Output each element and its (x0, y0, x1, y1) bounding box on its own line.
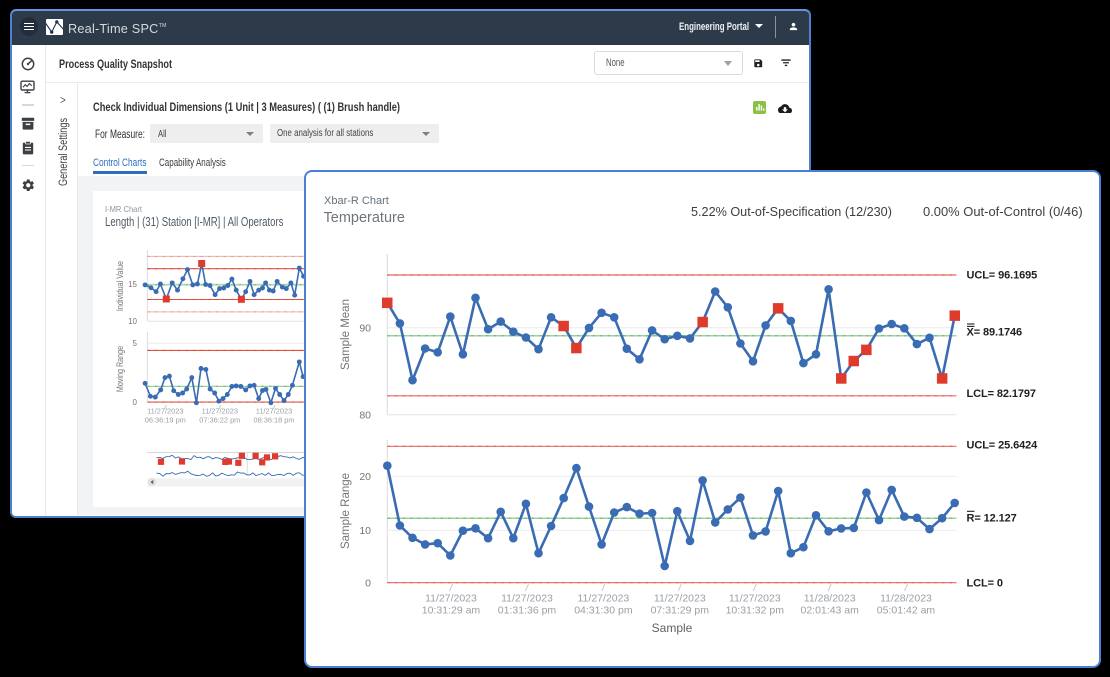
svg-text:06:36:19 pm: 06:36:19 pm (145, 416, 186, 425)
svg-text:R= 12.127: R= 12.127 (967, 512, 1017, 524)
svg-text:07:36:22 pm: 07:36:22 pm (199, 416, 240, 425)
svg-text:11/27/2023: 11/27/2023 (256, 407, 292, 416)
svg-text:Individual Value: Individual Value (115, 261, 125, 312)
svg-text:08:36:18 pm: 08:36:18 pm (253, 416, 294, 425)
svg-text:90: 90 (359, 323, 371, 335)
svg-text:01:31:36 pm: 01:31:36 pm (498, 605, 557, 617)
svg-text:05:01:42 am: 05:01:42 am (877, 605, 936, 617)
svg-text:11/27/2023: 11/27/2023 (425, 593, 477, 605)
svg-text:LCL= 82.1797: LCL= 82.1797 (967, 388, 1036, 400)
svg-text:20: 20 (359, 471, 371, 483)
svg-text:0: 0 (133, 398, 138, 407)
svg-text:80: 80 (359, 410, 371, 422)
svg-text:X= 89.1746: X= 89.1746 (967, 327, 1023, 339)
svg-text:02:01:43 am: 02:01:43 am (801, 605, 860, 617)
svg-text:10: 10 (128, 317, 137, 326)
svg-text:5: 5 (133, 339, 138, 348)
svg-text:11/28/2023: 11/28/2023 (880, 593, 932, 605)
svg-text:11/27/2023: 11/27/2023 (147, 407, 183, 416)
svg-text:Sample Range: Sample Range (340, 473, 352, 549)
svg-text:11/27/2023: 11/27/2023 (654, 593, 706, 605)
svg-text:11/28/2023: 11/28/2023 (804, 593, 856, 605)
svg-text:0: 0 (365, 578, 371, 590)
svg-text:UCL= 25.6424: UCL= 25.6424 (967, 440, 1039, 452)
svg-text:11/27/2023: 11/27/2023 (578, 593, 630, 605)
svg-text:Sample Mean: Sample Mean (340, 299, 352, 370)
svg-text:10:31:29 am: 10:31:29 am (422, 605, 481, 617)
svg-text:15: 15 (128, 280, 137, 289)
svg-text:10:31:32 pm: 10:31:32 pm (726, 605, 785, 617)
svg-text:11/27/2023: 11/27/2023 (202, 407, 238, 416)
svg-text:Moving Range: Moving Range (115, 345, 125, 392)
svg-text:LCL= 0: LCL= 0 (967, 577, 1003, 589)
svg-text:11/27/2023: 11/27/2023 (501, 593, 553, 605)
svg-text:UCL= 96.1695: UCL= 96.1695 (967, 270, 1038, 282)
svg-text:11/27/2023: 11/27/2023 (729, 593, 781, 605)
svg-text:Sample: Sample (652, 621, 693, 635)
svg-text:04:31:30 pm: 04:31:30 pm (574, 605, 633, 617)
svg-text:10: 10 (359, 525, 371, 537)
svg-text:07:31:29 pm: 07:31:29 pm (651, 605, 710, 617)
